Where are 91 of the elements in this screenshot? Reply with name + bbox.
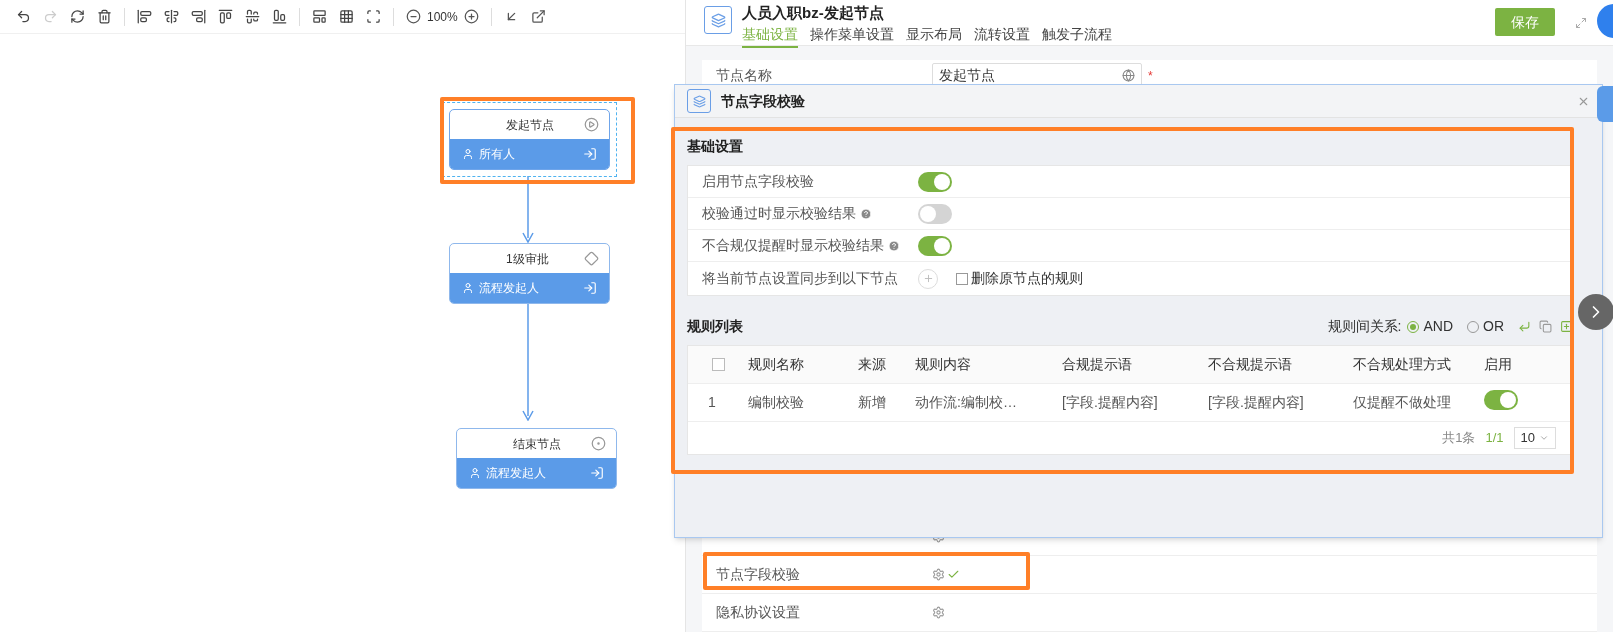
expand-icon[interactable]	[1575, 17, 1587, 29]
checkbox[interactable]	[956, 272, 968, 285]
dialog-title: 节点字段校验	[721, 91, 806, 111]
toggle-switch[interactable]	[918, 171, 952, 192]
table-cell-text: [字段.提醒内容]	[1062, 393, 1159, 412]
section-heading: 基础设置	[687, 137, 744, 156]
export-icon[interactable]	[530, 9, 546, 24]
required-mark: *	[1148, 67, 1153, 85]
row-number: 1	[707, 393, 717, 412]
checkbox-label: 删除原节点的规则	[971, 269, 1083, 288]
delete-icon[interactable]	[97, 9, 112, 24]
column-header: 合规提示语	[1062, 355, 1133, 374]
align-bottom-icon[interactable]	[272, 9, 287, 24]
table-cell-text: 仅提醒不做处理	[1353, 393, 1452, 412]
toggle-switch[interactable]	[1484, 390, 1518, 410]
globe-icon[interactable]	[1122, 69, 1135, 82]
play-icon	[584, 117, 599, 132]
add-icon[interactable]	[1560, 320, 1573, 333]
transfer-icon[interactable]	[583, 281, 597, 295]
column-header: 启用	[1484, 355, 1513, 374]
tab[interactable]: 操作菜单设置	[810, 24, 894, 48]
layout-icon[interactable]	[312, 9, 327, 24]
setting-label: 将当前节点设置同步到以下节点	[702, 269, 899, 288]
copy-icon[interactable]	[1539, 320, 1552, 333]
side-tab[interactable]	[1597, 86, 1613, 122]
setting-label: 节点字段校验	[716, 565, 801, 584]
column-header: 规则内容	[915, 355, 972, 374]
section-heading: 规则列表	[687, 317, 744, 336]
chevron-down-icon	[1539, 433, 1549, 443]
flow-node[interactable]: 结束节点 流程发起人	[456, 428, 617, 489]
align-top-icon[interactable]	[218, 9, 233, 24]
table-cell-text: 编制校验	[748, 393, 805, 412]
zoom-out-icon[interactable]	[406, 9, 421, 24]
node-title: 发起节点	[506, 116, 554, 134]
node-assignee: 流程发起人	[486, 465, 546, 482]
table-cell-text: 动作流:编制校…	[915, 393, 1018, 412]
setting-label: 不合规仅提醒时显示校验结果	[702, 236, 884, 255]
relation-label: 规则间关系:	[1327, 317, 1402, 336]
field-label: 节点名称	[716, 66, 773, 85]
undo-icon[interactable]	[16, 9, 31, 24]
gear-icon[interactable]	[932, 606, 945, 619]
align-middle-icon[interactable]	[245, 9, 260, 24]
page-size-select[interactable]: 10	[1513, 427, 1556, 449]
plus-icon	[922, 273, 934, 284]
tab[interactable]: 显示布局	[906, 24, 962, 48]
column-header: 来源	[858, 355, 887, 374]
zoom-in-icon[interactable]	[463, 9, 479, 24]
toggle-switch[interactable]	[918, 203, 952, 224]
diamond-icon	[584, 251, 599, 266]
help-icon[interactable]	[860, 207, 872, 220]
node-assignee: 所有人	[479, 146, 515, 163]
flow-node[interactable]: 发起节点 所有人	[449, 109, 610, 170]
column-header: 不合规提示语	[1208, 355, 1293, 374]
dialog-icon	[687, 89, 711, 113]
stop-icon	[591, 436, 606, 451]
toggle-switch[interactable]	[918, 235, 952, 256]
align-right-icon[interactable]	[191, 9, 206, 24]
table-cell-text: [字段.提醒内容]	[1208, 393, 1305, 412]
align-center-icon[interactable]	[164, 9, 179, 24]
transfer-icon[interactable]	[590, 466, 604, 480]
tab[interactable]: 流转设置	[974, 24, 1030, 48]
gear-icon[interactable]	[932, 568, 945, 581]
setting-label: 隐私协议设置	[716, 603, 801, 622]
checkbox[interactable]	[711, 358, 725, 371]
user-icon	[469, 467, 481, 479]
align-left-icon[interactable]	[137, 9, 152, 24]
radio-label: OR	[1483, 317, 1504, 336]
transfer-icon[interactable]	[583, 147, 597, 161]
refresh-icon[interactable]	[70, 9, 85, 24]
table-cell-text: 新增	[858, 393, 887, 412]
tab[interactable]: 触发子流程	[1042, 24, 1112, 48]
node-icon	[704, 6, 732, 34]
fit-view-icon[interactable]	[366, 9, 381, 24]
node-assignee: 流程发起人	[479, 280, 539, 297]
user-icon	[462, 148, 474, 160]
column-header: 规则名称	[748, 355, 805, 374]
flow-node[interactable]: 1级审批 流程发起人	[449, 243, 610, 304]
grid-icon[interactable]	[339, 9, 354, 24]
connector-arrow	[522, 176, 534, 243]
panel-title: 人员入职bz-发起节点	[742, 4, 885, 22]
page-indicator: 1/1	[1485, 429, 1504, 448]
total-count: 共1条	[1442, 429, 1476, 448]
user-icon	[462, 282, 474, 294]
node-title: 结束节点	[513, 435, 561, 453]
radio-label: AND	[1423, 317, 1453, 336]
column-header: 不合规处理方式	[1353, 355, 1452, 374]
zoom-level: 100%	[427, 8, 458, 26]
setting-label: 启用节点字段校验	[702, 172, 814, 191]
node-title: 1级审批	[506, 250, 549, 268]
setting-label: 校验通过时显示校验结果	[702, 204, 856, 223]
help-icon[interactable]	[888, 239, 900, 252]
